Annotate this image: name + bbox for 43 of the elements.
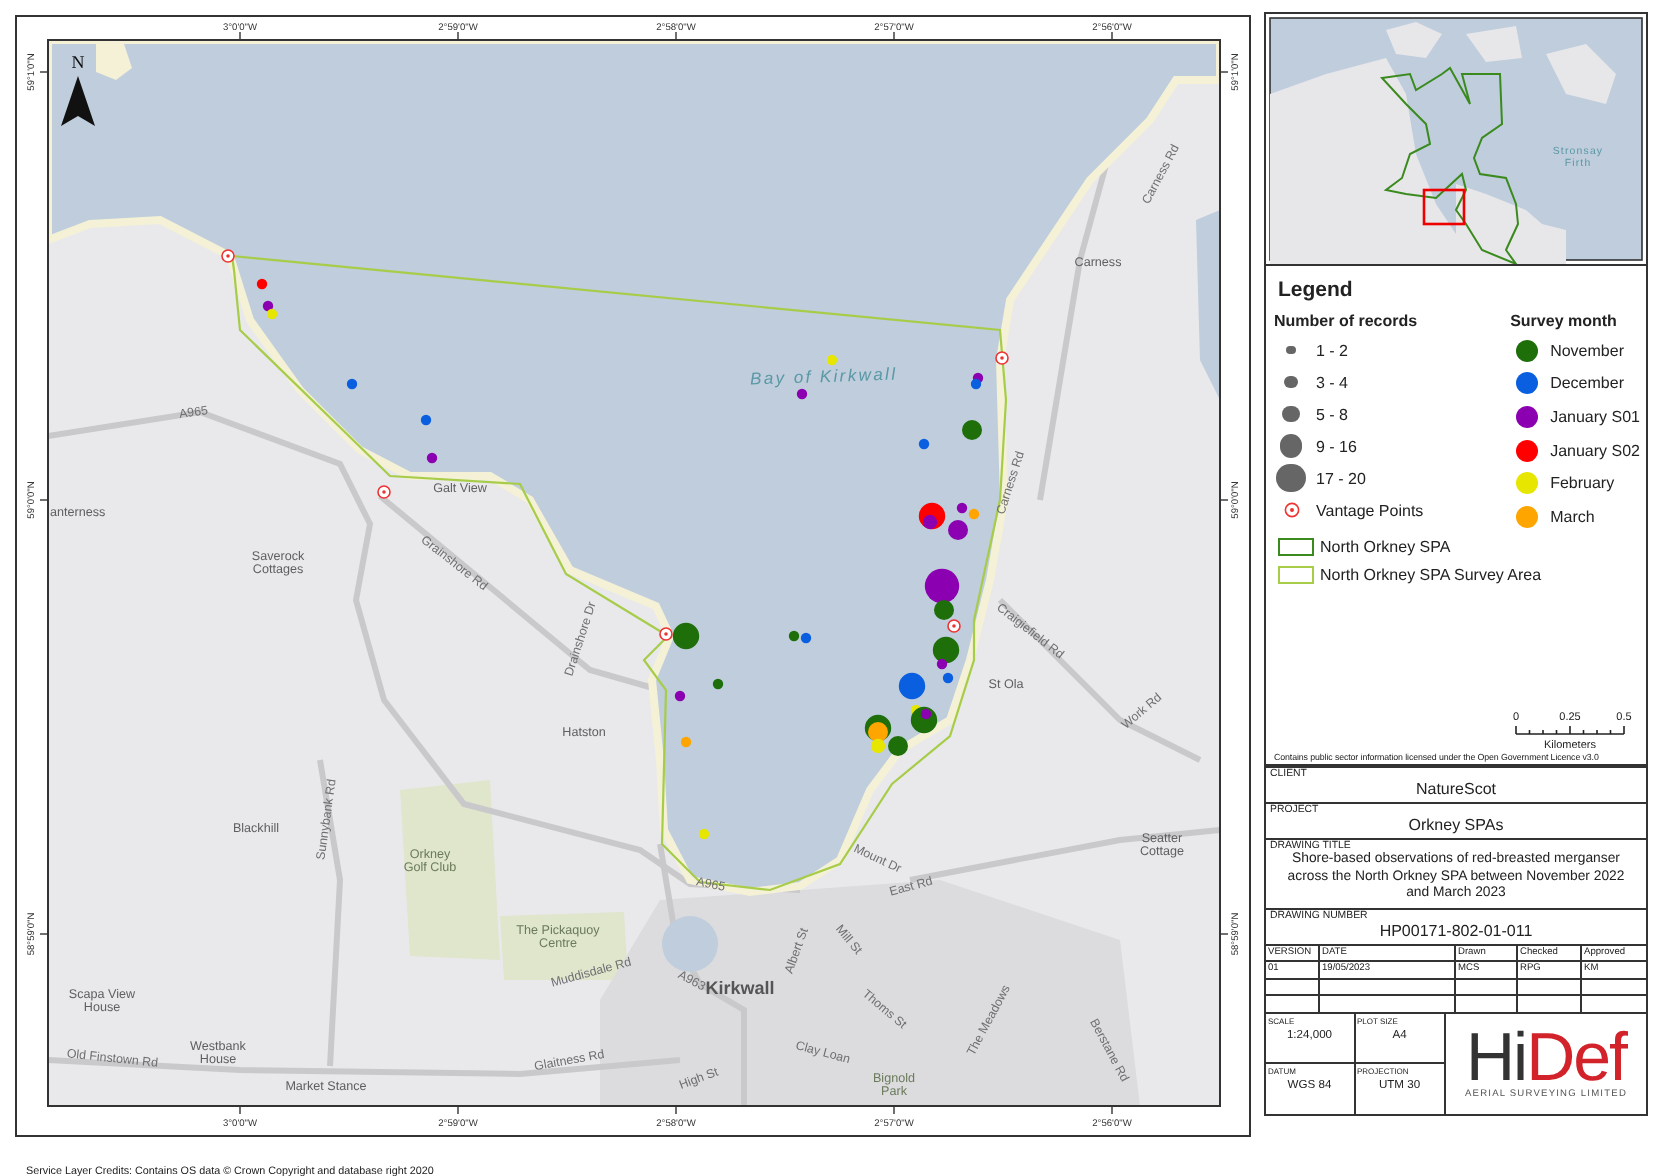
island-shape — [96, 44, 132, 80]
drawing-number: HP00171-802-01-011 — [1377, 921, 1535, 942]
vantage-point-icon — [659, 627, 673, 641]
table-cell — [1456, 996, 1518, 1014]
company-logo: HiDef — [1465, 1026, 1627, 1091]
legend-label: January S01 — [1550, 407, 1640, 426]
legend-heading: Survey month — [1510, 312, 1619, 330]
legend-label: 17 - 20 — [1316, 469, 1366, 487]
vantage-point-icon — [1283, 502, 1299, 518]
legend-label: February — [1550, 474, 1615, 493]
legend-label: 3 - 4 — [1316, 373, 1349, 391]
legend-label: November — [1550, 341, 1624, 360]
legend-title: Legend — [1278, 278, 1355, 302]
vantage-point-icon — [947, 619, 961, 633]
legend-label: North Orkney SPA — [1320, 538, 1451, 557]
legend-label: North Orkney SPA Survey Area — [1320, 566, 1542, 585]
vantage-point-icon — [377, 485, 391, 499]
size-symbol-icon — [1276, 463, 1306, 493]
north-arrow-icon — [61, 76, 95, 126]
legend-label: December — [1550, 374, 1624, 393]
water-label: Bay of Kirkwall — [749, 363, 898, 389]
map-extent-frame — [1422, 188, 1466, 226]
client-name: NatureScot — [1413, 780, 1499, 800]
size-symbol-icon — [1284, 375, 1298, 389]
legend-label: 1 - 2 — [1316, 341, 1349, 359]
legend-heading: Number of records — [1274, 312, 1420, 330]
vantage-point-icon — [221, 249, 235, 263]
size-symbol-icon — [1286, 345, 1296, 355]
vantage-point-icon — [995, 351, 1009, 365]
legend-label: March — [1550, 507, 1595, 526]
table-cell — [1320, 979, 1456, 997]
legend-label: January S02 — [1550, 441, 1640, 460]
table-cell — [1518, 996, 1582, 1014]
legend-label: 9 - 16 — [1316, 437, 1357, 455]
legend-label: Vantage Points — [1316, 501, 1424, 519]
place-label: Kirkwall — [705, 978, 775, 998]
table-cell — [1518, 979, 1582, 997]
size-symbol-icon — [1279, 434, 1303, 458]
scale-bar — [1515, 725, 1625, 735]
north-label: N — [71, 52, 85, 72]
table-cell — [1456, 979, 1518, 997]
legend-label: 5 - 8 — [1316, 405, 1349, 423]
project-name: Orkney SPAs — [1406, 816, 1506, 836]
